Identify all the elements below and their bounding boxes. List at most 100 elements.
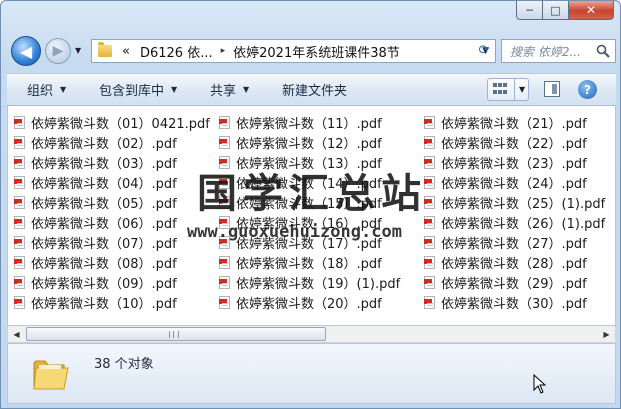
address-segment-parent[interactable]: D6126 依... (140, 42, 213, 61)
file-item[interactable]: 依婷紫微斗数（07）.pdf (14, 232, 177, 252)
share-menu[interactable]: 共享 ▼ (210, 74, 249, 105)
file-name: 依婷紫微斗数（25）(1).pdf (441, 196, 606, 212)
file-name: 依婷紫微斗数（11）.pdf (236, 116, 382, 132)
chevron-down-icon[interactable]: ▼ (519, 85, 525, 94)
file-item[interactable]: 依婷紫微斗数（22）.pdf (424, 132, 587, 152)
recent-pages-dropdown[interactable]: ▼ (75, 46, 81, 55)
watermark-title: 国学汇总站 (197, 171, 427, 217)
file-item[interactable]: 依婷紫微斗数（11）.pdf (219, 112, 382, 132)
chevron-down-icon: ▼ (243, 85, 250, 94)
caption-buttons: ─ □ ✕ (516, 1, 614, 20)
preview-pane-icon[interactable] (544, 81, 560, 97)
pdf-file-icon (14, 235, 25, 249)
file-item[interactable]: 依婷紫微斗数（08）.pdf (14, 252, 177, 272)
file-name: 依婷紫微斗数（23）.pdf (441, 156, 587, 172)
file-item[interactable]: 依婷紫微斗数（04）.pdf (14, 172, 177, 192)
scroll-left-button[interactable]: ◀ (8, 326, 25, 342)
forward-button[interactable]: ▶ (45, 38, 71, 64)
pdf-file-icon (424, 255, 435, 269)
file-item[interactable]: 依婷紫微斗数（01）0421.pdf (14, 112, 210, 132)
file-name: 依婷紫微斗数（20）.pdf (236, 296, 382, 312)
pdf-file-icon (219, 295, 230, 309)
search-icon[interactable] (596, 44, 610, 58)
file-name: 依婷紫微斗数（06）.pdf (31, 216, 177, 232)
command-bar: 组织 ▼ 包含到库中 ▼ 共享 ▼ 新建文件夹 ▼ ? (7, 73, 616, 106)
organize-menu[interactable]: 组织 ▼ (27, 74, 66, 105)
pdf-file-icon (14, 195, 25, 209)
file-name: 依婷紫微斗数（27）.pdf (441, 236, 587, 252)
explorer-window: ─ □ ✕ ◀ ▶ ▼ « D6126 依... ▸ 依婷2021年系统班课件3… (0, 0, 621, 409)
file-name: 依婷紫微斗数（09）.pdf (31, 276, 177, 292)
item-count: 38 个对象 (94, 357, 154, 372)
file-name: 依婷紫微斗数（02）.pdf (31, 136, 177, 152)
file-name: 依婷紫微斗数（10）.pdf (31, 296, 177, 312)
pdf-file-icon (14, 215, 25, 229)
breadcrumb-chevron-icon[interactable]: ▸ (221, 46, 226, 56)
file-item[interactable]: 依婷紫微斗数（19）(1).pdf (219, 272, 400, 292)
refresh-button[interactable]: ⟳ (471, 40, 497, 61)
file-item[interactable]: 依婷紫微斗数（06）.pdf (14, 212, 177, 232)
file-item[interactable]: 依婷紫微斗数（10）.pdf (14, 292, 177, 312)
file-item[interactable]: 依婷紫微斗数（26）(1).pdf (424, 212, 605, 232)
share-label: 共享 (210, 84, 237, 99)
search-input[interactable]: 搜索 依婷2... (510, 43, 598, 60)
file-name: 依婷紫微斗数（08）.pdf (31, 256, 177, 272)
pdf-file-icon (424, 135, 435, 149)
file-item[interactable]: 依婷紫微斗数（21）.pdf (424, 112, 587, 132)
file-item[interactable]: 依婷紫微斗数（30）.pdf (424, 292, 587, 312)
close-button[interactable]: ✕ (569, 1, 614, 20)
file-item[interactable]: 依婷紫微斗数（12）.pdf (219, 132, 382, 152)
chevron-down-icon: ▼ (171, 85, 178, 94)
scroll-right-button[interactable]: ▶ (598, 326, 615, 342)
file-item[interactable]: 依婷紫微斗数（27）.pdf (424, 232, 587, 252)
pdf-file-icon (14, 135, 25, 149)
file-name: 依婷紫微斗数（29）.pdf (441, 276, 587, 292)
file-name: 依婷紫微斗数（24）.pdf (441, 176, 587, 192)
minimize-button[interactable]: ─ (516, 1, 543, 20)
refresh-icon: ⟳ (478, 43, 490, 58)
file-item[interactable]: 依婷紫微斗数（03）.pdf (14, 152, 177, 172)
maximize-button[interactable]: □ (543, 1, 569, 20)
file-item[interactable]: 依婷紫微斗数（20）.pdf (219, 292, 382, 312)
file-name: 依婷紫微斗数（28）.pdf (441, 256, 587, 272)
pdf-file-icon (14, 175, 25, 189)
folder-icon (33, 360, 69, 390)
file-name: 依婷紫微斗数（18）.pdf (236, 256, 382, 272)
scrollbar-thumb[interactable] (26, 327, 326, 341)
pdf-file-icon (424, 275, 435, 289)
file-name: 依婷紫微斗数（07）.pdf (31, 236, 177, 252)
file-item[interactable]: 依婷紫微斗数（05）.pdf (14, 192, 177, 212)
file-name: 依婷紫微斗数（26）(1).pdf (441, 216, 606, 232)
change-view-button[interactable]: ▼ (487, 78, 529, 101)
organize-label: 组织 (27, 84, 54, 99)
mouse-cursor-icon (533, 374, 547, 394)
file-item[interactable]: 依婷紫微斗数（09）.pdf (14, 272, 177, 292)
address-segment-current[interactable]: 依婷2021年系统班课件38节 (233, 42, 400, 61)
pdf-file-icon (219, 275, 230, 289)
search-box[interactable]: 搜索 依婷2... (501, 39, 616, 63)
file-item[interactable]: 依婷紫微斗数（18）.pdf (219, 252, 382, 272)
back-button[interactable]: ◀ (11, 36, 41, 66)
include-in-library-label: 包含到库中 (99, 84, 165, 99)
file-name: 依婷紫微斗数（22）.pdf (441, 136, 587, 152)
address-bar[interactable]: « D6126 依... ▸ 依婷2021年系统班课件38节 ▼ (91, 39, 496, 63)
new-folder-button[interactable]: 新建文件夹 (282, 74, 347, 105)
file-item[interactable]: 依婷紫微斗数（25）(1).pdf (424, 192, 605, 212)
file-item[interactable]: 依婷紫微斗数（02）.pdf (14, 132, 177, 152)
file-item[interactable]: 依婷紫微斗数（23）.pdf (424, 152, 587, 172)
file-item[interactable]: 依婷紫微斗数（29）.pdf (424, 272, 587, 292)
file-item[interactable]: 依婷紫微斗数（24）.pdf (424, 172, 587, 192)
file-name: 依婷紫微斗数（19）(1).pdf (236, 276, 401, 292)
file-item[interactable]: 依婷紫微斗数（28）.pdf (424, 252, 587, 272)
include-in-library-menu[interactable]: 包含到库中 ▼ (99, 74, 177, 105)
back-arrow-icon: ◀ (19, 41, 33, 61)
pdf-file-icon (424, 115, 435, 129)
grip-icon (169, 331, 179, 338)
pdf-file-icon (424, 235, 435, 249)
address-overflow[interactable]: « (122, 44, 130, 59)
file-name: 依婷紫微斗数（01）0421.pdf (31, 116, 210, 132)
help-button[interactable]: ? (578, 80, 597, 99)
horizontal-scrollbar[interactable]: ◀ ▶ (7, 326, 616, 343)
help-icon: ? (584, 82, 591, 97)
navigation-bar: ◀ ▶ ▼ « D6126 依... ▸ 依婷2021年系统班课件38节 ▼ ⟳… (7, 35, 616, 67)
